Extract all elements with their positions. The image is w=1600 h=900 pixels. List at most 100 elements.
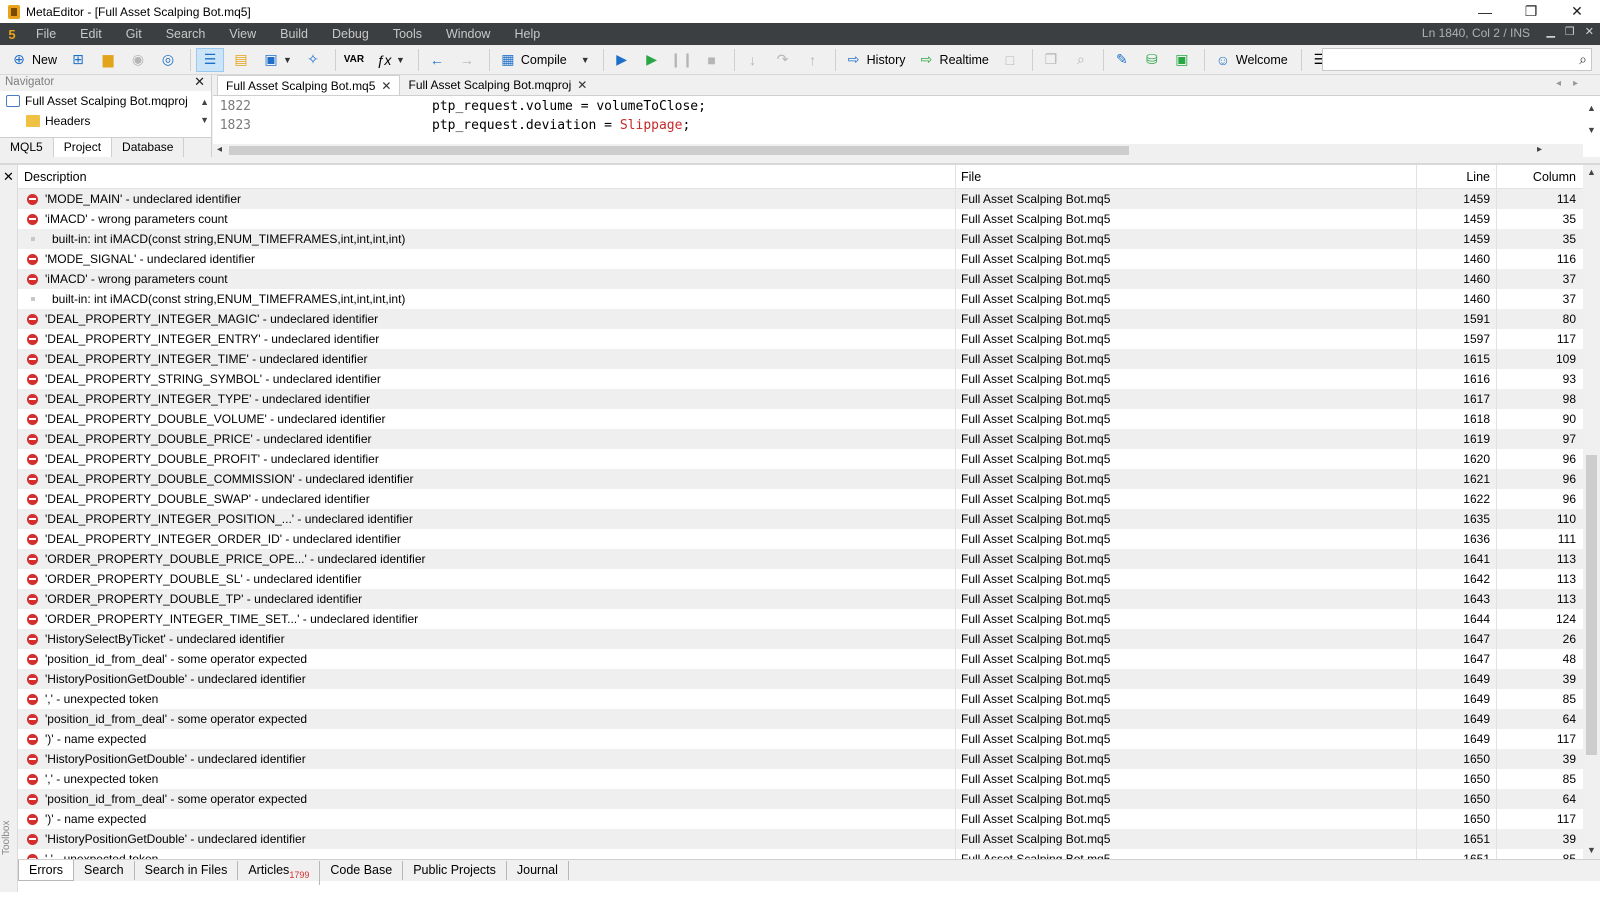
- mql5-storage-button[interactable]: ⛁: [1139, 48, 1165, 72]
- styler-button[interactable]: ✎: [1109, 48, 1135, 72]
- profile-button[interactable]: ❐: [1038, 48, 1064, 72]
- pause-button[interactable]: ❙❙: [669, 48, 695, 72]
- table-row[interactable]: 'ORDER_PROPERTY_DOUBLE_SL' - undeclared …: [18, 569, 1584, 589]
- tab-articles[interactable]: Articles1799: [238, 861, 321, 885]
- maximize-button[interactable]: ❐: [1508, 0, 1554, 23]
- table-row[interactable]: ')' - name expected Full Asset Scalping B…: [18, 809, 1584, 829]
- menu-view[interactable]: View: [217, 27, 268, 41]
- welcome-button[interactable]: ☺ Welcome: [1210, 48, 1292, 72]
- close-icon[interactable]: ✕: [381, 79, 391, 93]
- table-row[interactable]: 'HistoryPositionGetDouble' - undeclared …: [18, 829, 1584, 849]
- tab-errors[interactable]: Errors: [18, 860, 75, 881]
- table-row[interactable]: 'DEAL_PROPERTY_INTEGER_TYPE' - undeclare…: [18, 389, 1584, 409]
- tab-search-in-files[interactable]: Search in Files: [135, 861, 239, 880]
- save-button[interactable]: ◉: [125, 48, 151, 72]
- step-into-button[interactable]: ↓: [740, 48, 766, 72]
- scroll-up-icon[interactable]: ▲: [1587, 167, 1596, 177]
- column-header-column[interactable]: Column: [1497, 165, 1584, 188]
- close-icon[interactable]: ✕: [3, 169, 14, 185]
- inspect-button[interactable]: ⌕: [1068, 48, 1094, 72]
- scroll-left-icon[interactable]: ◂: [217, 144, 222, 155]
- stop-test-button[interactable]: □: [997, 48, 1023, 72]
- column-header-file[interactable]: File: [956, 165, 1417, 188]
- table-row[interactable]: 'position_id_from_deal' - some operator …: [18, 709, 1584, 729]
- scroll-right-icon[interactable]: ▸: [1537, 144, 1542, 155]
- forward-button[interactable]: →: [454, 48, 480, 72]
- tab-mql5[interactable]: MQL5: [0, 138, 54, 157]
- minimize-button[interactable]: —: [1462, 0, 1508, 23]
- save-all-button[interactable]: ◎: [155, 48, 181, 72]
- tab-scroll-arrows[interactable]: ◂▸: [1556, 78, 1590, 89]
- table-row[interactable]: 'ORDER_PROPERTY_DOUBLE_TP' - undeclared …: [18, 589, 1584, 609]
- table-row[interactable]: 'HistoryPositionGetDouble' - undeclared …: [18, 749, 1584, 769]
- table-row[interactable]: 'DEAL_PROPERTY_STRING_SYMBOL' - undeclar…: [18, 369, 1584, 389]
- table-row[interactable]: 'HistorySelectByTicket' - undeclared ide…: [18, 629, 1584, 649]
- navigator-scrollbar[interactable]: ▲ ▼: [200, 93, 209, 129]
- menu-debug[interactable]: Debug: [320, 27, 381, 41]
- stop-button[interactable]: ■: [699, 48, 725, 72]
- compile-button[interactable]: ▦ Compile ▼: [495, 48, 594, 72]
- menu-search[interactable]: Search: [154, 27, 218, 41]
- menu-edit[interactable]: Edit: [68, 27, 114, 41]
- menu-build[interactable]: Build: [268, 27, 320, 41]
- mdi-minimize-icon[interactable]: ▁: [1546, 25, 1554, 38]
- step-over-button[interactable]: ↷: [770, 48, 796, 72]
- tab-public-projects[interactable]: Public Projects: [403, 861, 507, 880]
- terminal-button[interactable]: ▣: [1169, 48, 1195, 72]
- tab-mq5-file[interactable]: Full Asset Scalping Bot.mq5 ✕: [217, 75, 401, 95]
- close-icon[interactable]: ✕: [577, 78, 587, 92]
- toolbox-toggle-button[interactable]: ▤: [228, 48, 254, 72]
- toolbar-search-input[interactable]: ⌕: [1322, 48, 1592, 71]
- paste-button[interactable]: ▣ ▼: [258, 48, 296, 72]
- table-row[interactable]: 'MODE_MAIN' - undeclared identifier Full …: [18, 189, 1584, 209]
- variables-button[interactable]: VAR: [341, 48, 367, 72]
- back-button[interactable]: ←: [424, 48, 450, 72]
- close-window-button[interactable]: ✕: [1554, 0, 1600, 23]
- mdi-close-icon[interactable]: ✕: [1585, 25, 1594, 38]
- table-row[interactable]: 'DEAL_PROPERTY_INTEGER_POSITION_...' - u…: [18, 509, 1584, 529]
- scroll-down-icon[interactable]: ▼: [1587, 845, 1596, 855]
- tree-item-project[interactable]: Full Asset Scalping Bot.mqproj: [0, 91, 211, 111]
- code-area[interactable]: 1822 ptp_request.volume = volumeToClose;…: [213, 97, 1583, 145]
- new-button[interactable]: ⊕ New: [6, 48, 61, 72]
- table-row[interactable]: ',' - unexpected token Full Asset Scalpin…: [18, 769, 1584, 789]
- menu-git[interactable]: Git: [114, 27, 154, 41]
- table-row[interactable]: 'ORDER_PROPERTY_INTEGER_TIME_SET...' - u…: [18, 609, 1584, 629]
- menu-help[interactable]: Help: [502, 27, 552, 41]
- debug-history-button[interactable]: ▶: [639, 48, 665, 72]
- navigator-toggle-button[interactable]: ☰: [196, 47, 225, 72]
- errors-vertical-scrollbar[interactable]: ▲ ▼: [1583, 165, 1600, 859]
- tab-code-base[interactable]: Code Base: [320, 861, 404, 880]
- table-row[interactable]: 'ORDER_PROPERTY_DOUBLE_PRICE_OPE...' - u…: [18, 549, 1584, 569]
- functions-button[interactable]: ƒx ▼: [371, 48, 409, 72]
- table-row[interactable]: ',' - unexpected token Full Asset Scalpin…: [18, 689, 1584, 709]
- table-row[interactable]: 'DEAL_PROPERTY_DOUBLE_PRICE' - undeclare…: [18, 429, 1584, 449]
- editor-vertical-scrollbar[interactable]: ▲ ▼: [1583, 97, 1600, 144]
- close-icon[interactable]: ✕: [194, 74, 205, 89]
- table-row[interactable]: 'DEAL_PROPERTY_DOUBLE_COMMISSION' - unde…: [18, 469, 1584, 489]
- new-project-button[interactable]: ⊞: [65, 48, 91, 72]
- table-row[interactable]: built-in: int iMACD(const string,ENUM_TI…: [18, 229, 1584, 249]
- table-row[interactable]: 'position_id_from_deal' - some operator …: [18, 789, 1584, 809]
- debug-real-button[interactable]: ▶: [609, 48, 635, 72]
- tab-database[interactable]: Database: [112, 138, 185, 157]
- table-row[interactable]: 'iMACD' - wrong parameters count Full Ass…: [18, 209, 1584, 229]
- table-row[interactable]: 'DEAL_PROPERTY_INTEGER_ENTRY' - undeclar…: [18, 329, 1584, 349]
- tree-item-headers[interactable]: Headers: [0, 111, 211, 131]
- table-row[interactable]: ',' - unexpected token Full Asset Scalpin…: [18, 849, 1584, 859]
- tab-project[interactable]: Project: [53, 138, 113, 157]
- table-row[interactable]: 'position_id_from_deal' - some operator …: [18, 649, 1584, 669]
- scroll-thumb[interactable]: [1586, 455, 1597, 755]
- realtime-button[interactable]: ⇨ Realtime: [914, 48, 993, 72]
- table-row[interactable]: 'HistoryPositionGetDouble' - undeclared …: [18, 669, 1584, 689]
- wizard-button[interactable]: ✧: [300, 48, 326, 72]
- table-row[interactable]: 'DEAL_PROPERTY_DOUBLE_PROFIT' - undeclar…: [18, 449, 1584, 469]
- table-row[interactable]: 'DEAL_PROPERTY_INTEGER_ORDER_ID' - undec…: [18, 529, 1584, 549]
- table-row[interactable]: 'MODE_SIGNAL' - undeclared identifier Ful…: [18, 249, 1584, 269]
- mql5-menu-logo[interactable]: 5: [0, 27, 24, 42]
- table-row[interactable]: 'DEAL_PROPERTY_DOUBLE_VOLUME' - undeclar…: [18, 409, 1584, 429]
- table-row[interactable]: 'DEAL_PROPERTY_INTEGER_TIME' - undeclare…: [18, 349, 1584, 369]
- menu-window[interactable]: Window: [434, 27, 502, 41]
- mdi-restore-icon[interactable]: ❐: [1565, 25, 1575, 38]
- editor-horizontal-scrollbar[interactable]: ◂ ▸: [213, 144, 1583, 157]
